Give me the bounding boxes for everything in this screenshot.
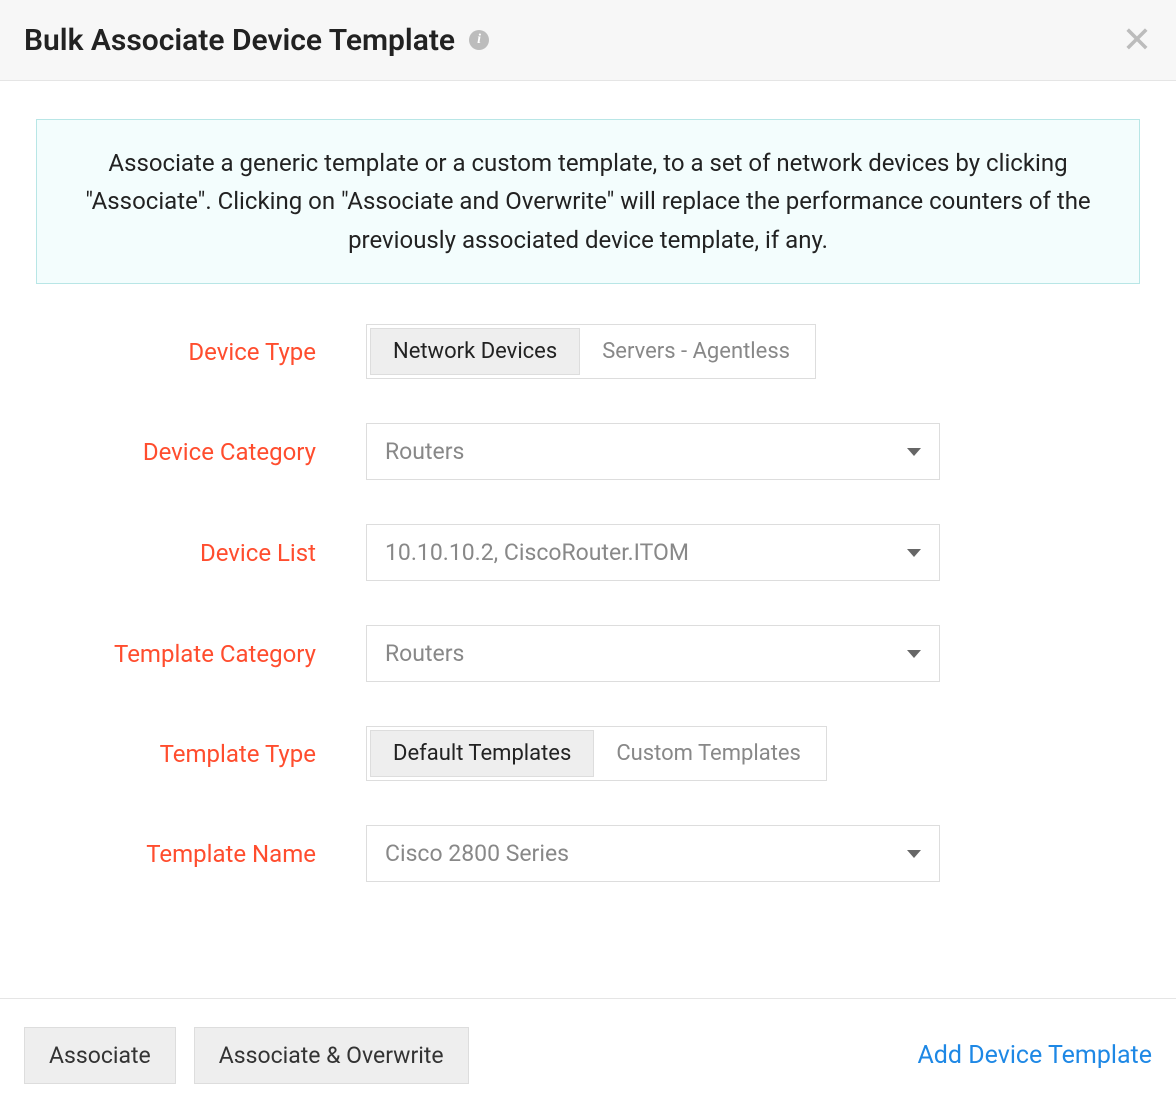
info-message: Associate a generic template or a custom… [36,119,1140,284]
label-device-category: Device Category [36,438,366,466]
chevron-down-icon [907,850,921,858]
chevron-down-icon [907,650,921,658]
device-type-servers[interactable]: Servers - Agentless [580,328,812,375]
chevron-down-icon [907,549,921,557]
bulk-associate-modal: Bulk Associate Device Template i ✕ Assoc… [0,0,1176,1112]
row-template-category: Template Category Routers [36,625,1140,682]
info-icon[interactable]: i [469,30,489,50]
select-template-category[interactable]: Routers [366,625,940,682]
footer-buttons: Associate Associate & Overwrite [24,1027,469,1084]
modal-body: Associate a generic template or a custom… [0,81,1176,998]
row-device-category: Device Category Routers [36,423,1140,480]
close-icon[interactable]: ✕ [1122,22,1152,58]
modal-title: Bulk Associate Device Template [24,23,455,58]
associate-overwrite-button[interactable]: Associate & Overwrite [194,1027,469,1084]
template-type-custom[interactable]: Custom Templates [594,730,823,777]
select-device-list[interactable]: 10.10.10.2, CiscoRouter.ITOM [366,524,940,581]
row-template-name: Template Name Cisco 2800 Series [36,825,1140,882]
label-template-name: Template Name [36,840,366,868]
select-template-name-value: Cisco 2800 Series [385,840,569,867]
row-device-type: Device Type Network Devices Servers - Ag… [36,324,1140,379]
modal-footer: Associate Associate & Overwrite Add Devi… [0,998,1176,1112]
select-device-list-value: 10.10.10.2, CiscoRouter.ITOM [385,539,689,566]
add-device-template-link[interactable]: Add Device Template [918,1041,1153,1070]
select-device-category-value: Routers [385,438,464,465]
header-title-wrap: Bulk Associate Device Template i [24,23,489,58]
template-type-default[interactable]: Default Templates [370,730,594,777]
chevron-down-icon [907,448,921,456]
select-template-category-value: Routers [385,640,464,667]
device-type-network[interactable]: Network Devices [370,328,580,375]
label-template-category: Template Category [36,640,366,668]
row-device-list: Device List 10.10.10.2, CiscoRouter.ITOM [36,524,1140,581]
select-device-category[interactable]: Routers [366,423,940,480]
label-device-type: Device Type [36,338,366,366]
modal-header: Bulk Associate Device Template i ✕ [0,0,1176,81]
label-device-list: Device List [36,539,366,567]
label-template-type: Template Type [36,740,366,768]
associate-button[interactable]: Associate [24,1027,176,1084]
row-template-type: Template Type Default Templates Custom T… [36,726,1140,781]
template-type-toggle: Default Templates Custom Templates [366,726,827,781]
device-type-toggle: Network Devices Servers - Agentless [366,324,816,379]
select-template-name[interactable]: Cisco 2800 Series [366,825,940,882]
